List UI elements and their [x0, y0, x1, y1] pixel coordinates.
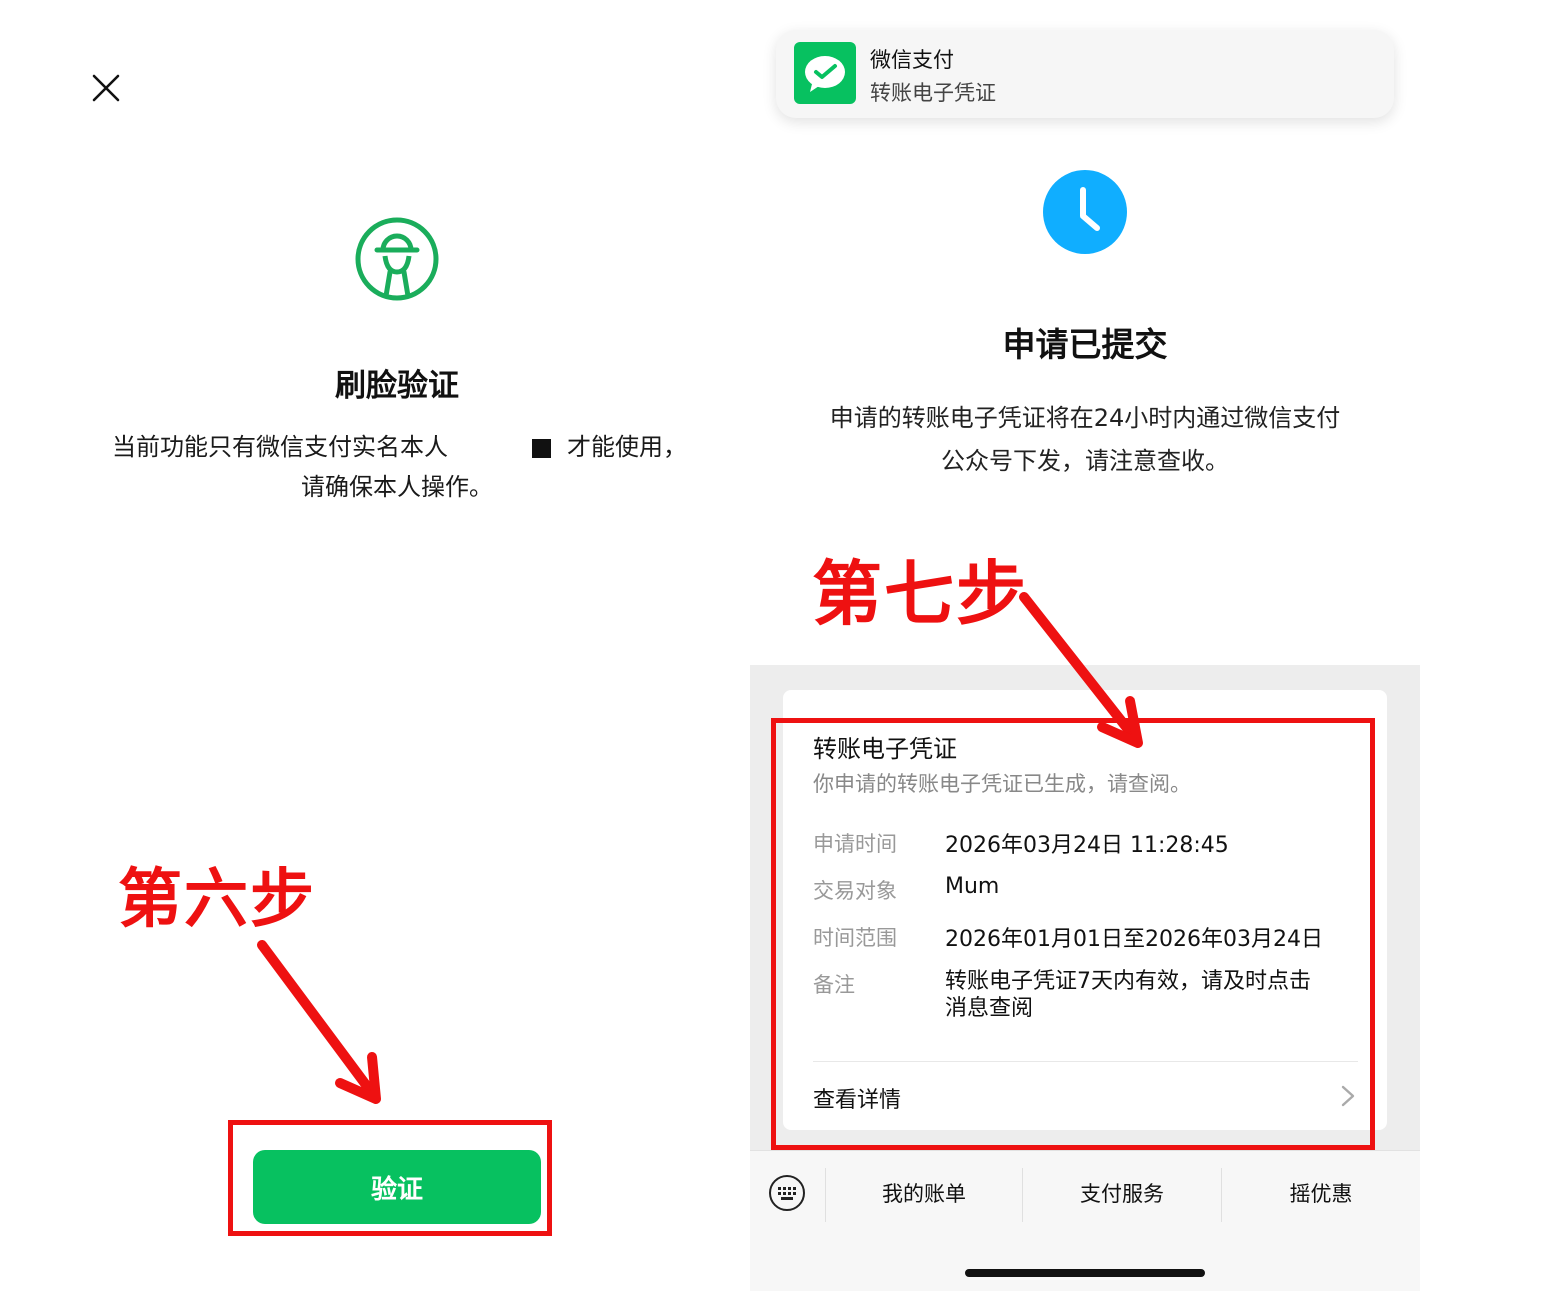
status-description-line2: 公众号下发，请注意查收。 [941, 447, 1229, 475]
description-line1: 当前功能只有微信支付实名本人 [112, 433, 448, 461]
wechat-pay-icon [794, 42, 856, 104]
close-icon[interactable] [88, 70, 124, 106]
home-indicator[interactable] [965, 1269, 1205, 1277]
keyboard-icon[interactable] [768, 1174, 806, 1212]
menu-item-my-bills[interactable]: 我的账单 [826, 1165, 1022, 1221]
highlight-box-left [228, 1120, 552, 1236]
face-verify-icon [354, 216, 440, 302]
notification-message: 转账电子凭证 [870, 81, 996, 105]
menu-item-payment-services[interactable]: 支付服务 [1023, 1165, 1221, 1221]
description-line2: 请确保本人操作。 [301, 473, 493, 501]
description-line1-end: 才能使用， [567, 433, 687, 461]
page-title: 刷脸验证 [335, 368, 459, 404]
menu-item-shake-offers[interactable]: 摇优惠 [1222, 1165, 1420, 1221]
step-six-annotation: 第六步 [118, 863, 316, 937]
status-description-line1: 申请的转账电子凭证将在24小时内通过微信支付 [829, 404, 1341, 432]
highlight-box-right [771, 718, 1375, 1150]
clock-icon [1043, 170, 1127, 254]
notification-app-name: 微信支付 [870, 48, 954, 72]
notification-banner[interactable]: 微信支付 转账电子凭证 [776, 30, 1394, 118]
status-title: 申请已提交 [1002, 325, 1168, 364]
step-seven-annotation: 第七步 [812, 553, 1028, 635]
redaction-mark [532, 439, 551, 458]
arrow-annotation-left [257, 940, 381, 1104]
